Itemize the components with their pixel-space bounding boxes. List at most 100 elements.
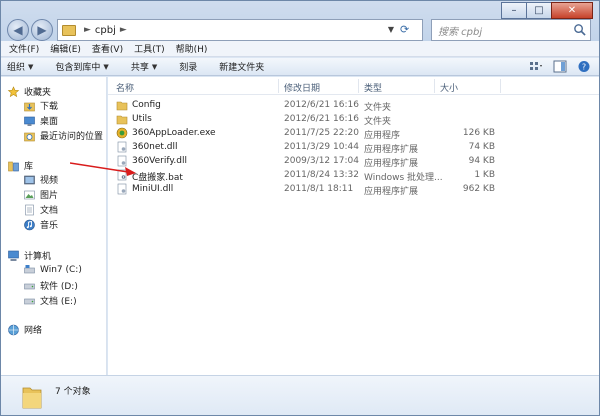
burn-label: 刻录 — [179, 63, 198, 73]
menu-view[interactable]: 查看(V) — [92, 42, 123, 55]
file-date: 2011/7/25 22:20 — [284, 128, 359, 138]
address-bar[interactable]: ► cpbj ► ▼ ⟳ — [57, 19, 423, 41]
svg-text:?: ? — [582, 63, 586, 72]
exe-icon — [116, 127, 128, 139]
videos-label: 视频 — [40, 176, 59, 186]
drive-icon — [24, 298, 35, 304]
pictures-icon — [24, 190, 35, 199]
search-input[interactable]: 搜索 cpbj — [431, 19, 591, 41]
new-folder-label: 新建文件夹 — [219, 63, 265, 73]
favorites-label: 收藏夹 — [24, 88, 52, 98]
file-name: Config — [132, 100, 161, 110]
file-row[interactable]: 360Verify.dll 2009/3/12 17:04 应用程序扩展 94 KB — [108, 154, 599, 169]
menu-help[interactable]: 帮助(H) — [176, 42, 208, 55]
column-name[interactable]: 名称 — [116, 81, 134, 94]
file-row[interactable]: C盘搬家.bat 2011/8/24 13:32 Windows 批处理... 1 K… — [108, 168, 599, 183]
help-icon[interactable]: ? — [577, 60, 591, 73]
title-bar: – □ ✕ ◀ ▶ ► cpbj ► ▼ ⟳ 搜索 cpbj — [1, 1, 599, 41]
close-button[interactable]: ✕ — [551, 2, 593, 19]
column-type[interactable]: 类型 — [364, 81, 382, 94]
column-divider[interactable] — [434, 79, 435, 93]
file-date: 2011/8/1 18:11 — [284, 184, 354, 194]
chevron-down-icon: ▼ — [151, 62, 158, 71]
burn-button[interactable]: 刻录 — [179, 60, 197, 73]
chevron-down-icon: ▼ — [103, 62, 109, 71]
navigation-pane: 收藏夹 下载 桌面 最近访问的位置 库 视频 图片 文档 音乐 计算机 Win7… — [1, 77, 107, 375]
view-options-icon[interactable] — [529, 60, 543, 73]
file-row[interactable]: Utils 2012/6/21 16:16 文件夹 — [108, 112, 599, 127]
folder-icon — [62, 24, 76, 36]
search-icon[interactable] — [573, 23, 586, 36]
chevron-down-icon[interactable]: ▼ — [388, 25, 394, 34]
include-label: 包含到库中 — [55, 63, 101, 73]
window-controls: – □ ✕ — [501, 2, 593, 19]
network-label: 网络 — [24, 326, 43, 336]
back-button[interactable]: ◀ — [7, 19, 29, 41]
share-button[interactable]: 共享 ▼ — [131, 60, 158, 74]
network-icon — [8, 324, 19, 335]
menu-bar: 文件(F) 编辑(E) 查看(V) 工具(T) 帮助(H) — [1, 41, 599, 57]
nav-item-recent-places[interactable]: 最近访问的位置 — [23, 129, 103, 142]
column-divider[interactable] — [500, 79, 501, 93]
documents-icon — [25, 204, 34, 215]
drive-e-label: 文档 (E:) — [40, 297, 77, 307]
file-date: 2009/3/12 17:04 — [284, 156, 359, 166]
nav-favorites[interactable]: 收藏夹 — [7, 85, 51, 98]
file-size: 962 KB — [462, 184, 495, 194]
maximize-button[interactable]: □ — [526, 2, 552, 19]
menu-edit[interactable]: 编辑(E) — [50, 42, 81, 55]
nav-item-documents[interactable]: 文档 — [23, 203, 58, 216]
documents-label: 文档 — [40, 206, 59, 216]
status-bar: 7 个对象 — [1, 375, 599, 415]
breadcrumb-item[interactable]: cpbj — [95, 25, 116, 36]
nav-item-music[interactable]: 音乐 — [23, 218, 58, 231]
column-divider[interactable] — [358, 79, 359, 93]
library-icon — [8, 161, 19, 171]
nav-item-drive-e[interactable]: 文档 (E:) — [23, 294, 77, 307]
nav-item-drive-d[interactable]: 软件 (D:) — [23, 279, 78, 292]
pictures-label: 图片 — [40, 191, 59, 201]
library-label: 库 — [24, 162, 34, 172]
column-header: 名称 修改日期 类型 大小 — [108, 77, 599, 95]
nav-item-desktop[interactable]: 桌面 — [23, 114, 58, 127]
minimize-button[interactable]: – — [501, 2, 527, 19]
explorer-window: – □ ✕ ◀ ▶ ► cpbj ► ▼ ⟳ 搜索 cpbj 文件(F) 编辑(… — [0, 0, 600, 416]
refresh-icon[interactable]: ⟳ — [400, 23, 416, 37]
column-date[interactable]: 修改日期 — [284, 81, 320, 94]
organize-button[interactable]: 组织 ▼ — [7, 60, 34, 74]
desktop-label: 桌面 — [40, 117, 59, 127]
nav-network[interactable]: 网络 — [7, 323, 42, 336]
column-divider[interactable] — [278, 79, 279, 93]
command-bar: 组织 ▼ 包含到库中 ▼ 共享 ▼ 刻录 新建文件夹 ? — [1, 58, 599, 76]
nav-library[interactable]: 库 — [7, 159, 33, 172]
nav-item-videos[interactable]: 视频 — [23, 173, 58, 186]
file-row[interactable]: 360net.dll 2011/3/29 10:44 应用程序扩展 74 KB — [108, 140, 599, 155]
column-size[interactable]: 大小 — [440, 81, 458, 94]
file-date: 2011/3/29 10:44 — [284, 142, 359, 152]
file-size: 94 KB — [468, 156, 495, 166]
folder-icon — [116, 115, 128, 125]
file-row[interactable]: Config 2012/6/21 16:16 文件夹 — [108, 98, 599, 113]
file-row[interactable]: MiniUI.dll 2011/8/1 18:11 应用程序扩展 962 KB — [108, 182, 599, 197]
file-name: 360AppLoader.exe — [132, 128, 216, 138]
new-folder-button[interactable]: 新建文件夹 — [219, 60, 264, 73]
chevron-down-icon: ▼ — [28, 62, 34, 71]
computer-label: 计算机 — [24, 252, 52, 262]
file-date: 2011/8/24 13:32 — [284, 170, 359, 180]
nav-computer[interactable]: 计算机 — [7, 249, 51, 262]
nav-item-downloads[interactable]: 下载 — [23, 99, 58, 112]
recent-places-label: 最近访问的位置 — [40, 132, 104, 142]
view-controls: ? — [519, 60, 591, 73]
nav-item-pictures[interactable]: 图片 — [23, 188, 58, 201]
drive-d-label: 软件 (D:) — [40, 282, 78, 292]
menu-tools[interactable]: 工具(T) — [134, 42, 165, 55]
video-icon — [24, 175, 35, 184]
nav-item-drive-c[interactable]: Win7 (C:) — [23, 264, 82, 276]
file-date: 2012/6/21 16:16 — [284, 100, 359, 110]
preview-pane-icon[interactable] — [553, 60, 567, 73]
file-row[interactable]: 360AppLoader.exe 2011/7/25 22:20 应用程序 126 K… — [108, 126, 599, 141]
menu-file[interactable]: 文件(F) — [9, 42, 39, 55]
file-date: 2012/6/21 16:16 — [284, 114, 359, 124]
forward-button[interactable]: ▶ — [31, 19, 53, 41]
include-in-library-button[interactable]: 包含到库中 ▼ — [55, 60, 109, 74]
